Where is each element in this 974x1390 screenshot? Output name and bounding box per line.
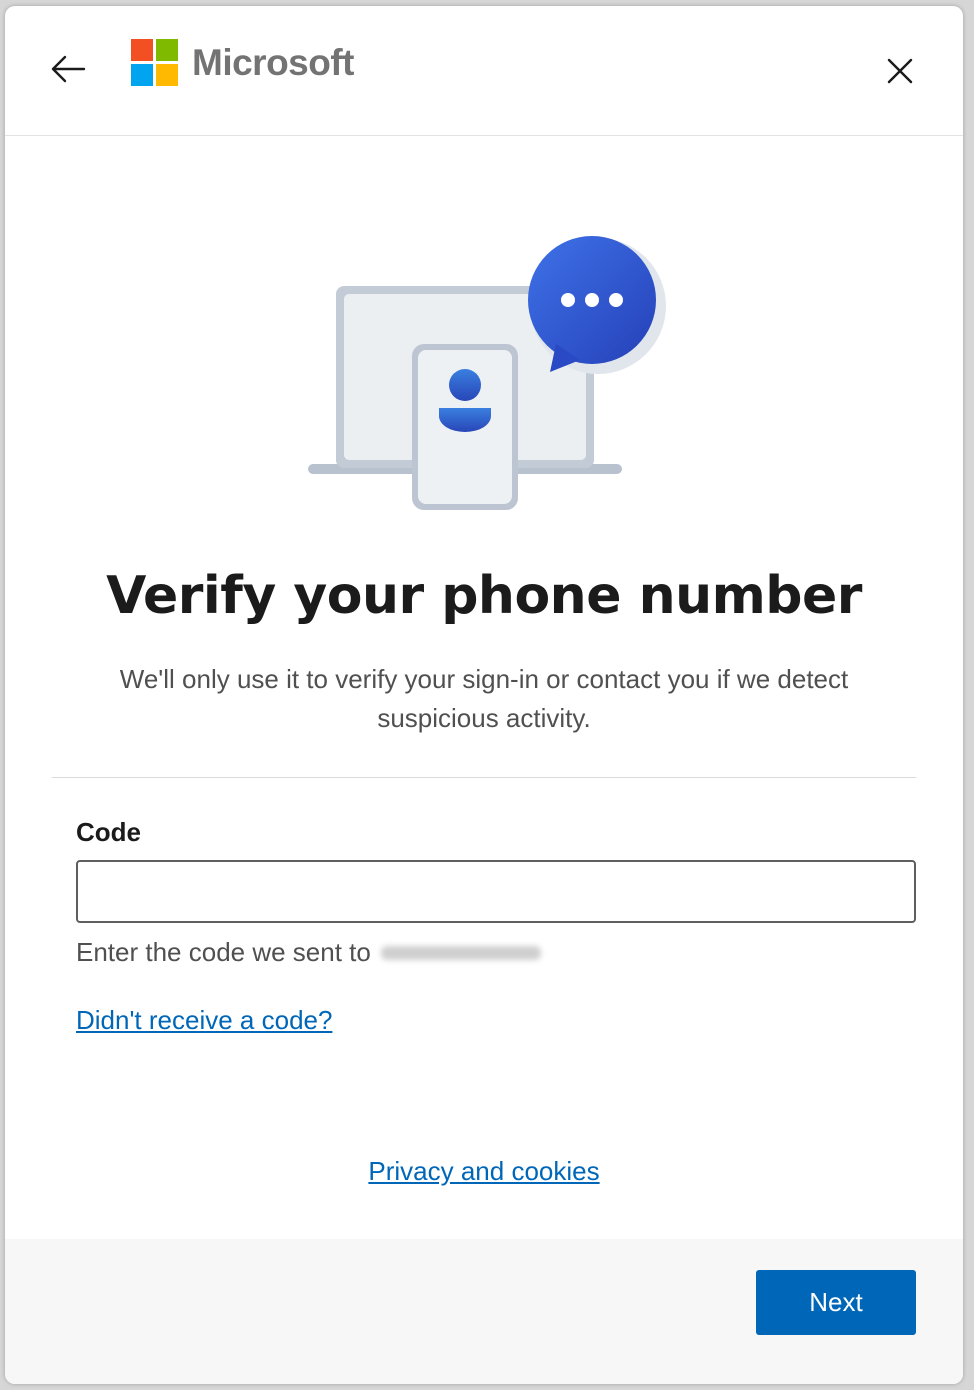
page-title: Verify your phone number: [106, 566, 862, 626]
close-button[interactable]: [875, 46, 925, 96]
dialog-header: Microsoft: [5, 6, 963, 136]
next-button[interactable]: Next: [756, 1270, 916, 1335]
dialog-footer: Next: [5, 1239, 963, 1384]
sign-in-dialog: Microsoft Verify your phone number We'll…: [5, 6, 963, 1384]
privacy-link-container: Privacy and cookies: [5, 1156, 963, 1187]
code-label: Code: [76, 817, 141, 847]
code-input[interactable]: [76, 860, 916, 923]
close-icon: [887, 58, 913, 84]
microsoft-logo-icon: [131, 39, 178, 86]
code-hint-text: Enter the code we sent to: [76, 937, 371, 967]
resend-code-link[interactable]: Didn't receive a code?: [76, 1005, 332, 1036]
microsoft-logo: Microsoft: [131, 39, 355, 86]
page-subtitle: We'll only use it to verify your sign-in…: [119, 664, 849, 733]
brand-name: Microsoft: [192, 41, 355, 83]
arrow-left-icon: [51, 55, 86, 83]
privacy-and-cookies-link[interactable]: Privacy and cookies: [368, 1156, 599, 1186]
code-hint: Enter the code we sent to: [76, 937, 541, 968]
divider: [52, 777, 916, 778]
phone-laptop-message-illustration: [308, 236, 666, 510]
back-button[interactable]: [43, 44, 93, 94]
redacted-contact: [380, 945, 541, 960]
